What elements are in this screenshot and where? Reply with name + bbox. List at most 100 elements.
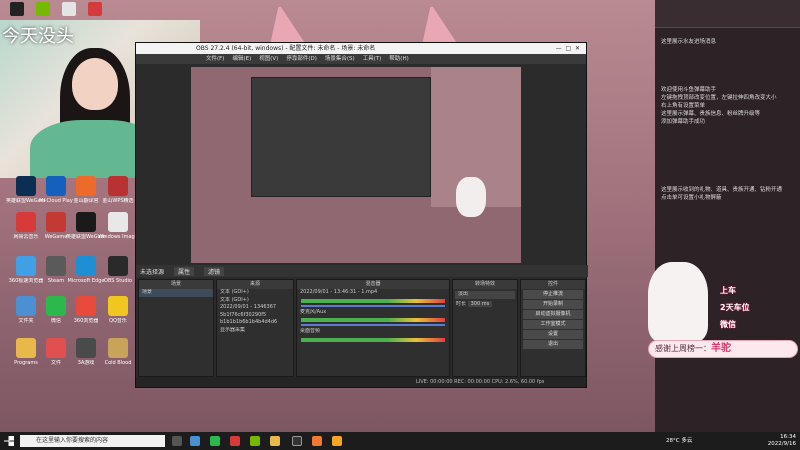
- webcam-title: 今天没头: [2, 26, 74, 47]
- nested-avatar: [456, 177, 486, 217]
- desktop-icon-image: [46, 338, 66, 358]
- app-icon[interactable]: [312, 436, 322, 446]
- source-item[interactable]: b1b1b1b6b1b4b4d4d6: [217, 319, 293, 327]
- obs-preview[interactable]: [191, 67, 521, 263]
- taskbar-search[interactable]: 在这里输入你要搜索的内容: [20, 435, 165, 447]
- scene-item[interactable]: 场景: [139, 289, 213, 297]
- desktop-icon-image: [16, 338, 36, 358]
- top-icon-row: [10, 2, 110, 20]
- desktop-icon[interactable]: 金山WPS精选: [98, 176, 138, 216]
- desktop-icon-image: [108, 338, 128, 358]
- controls-header: 控件: [521, 280, 585, 289]
- chat-line: 右上角有设置菜单: [661, 103, 706, 109]
- task-view-icon[interactable]: [172, 436, 182, 446]
- obs-title-bar[interactable]: OBS 27.2.4 (64-bit, windows) - 配置文件: 未命名…: [136, 43, 586, 54]
- filters-button[interactable]: 滤镜: [204, 266, 225, 276]
- virtual-camera-button[interactable]: 启动虚拟摄像机: [523, 310, 583, 319]
- desktop-icon-label: OBS Studio: [104, 278, 132, 284]
- scenes-header: 场景: [139, 280, 213, 289]
- app-icon[interactable]: [88, 2, 102, 16]
- obs-status-bar: LIVE: 00:00:00 REC: 00:00:00 CPU: 2.6%, …: [136, 377, 586, 387]
- chat-header: [655, 0, 800, 28]
- start-icon[interactable]: [4, 436, 14, 446]
- obs-toolbar: 未选择源 属性 滤镜: [136, 265, 588, 277]
- desktop-icon[interactable]: OBS Studio: [98, 256, 138, 296]
- transitions-panel: 转场特效 淡出 时长 300 ms: [452, 279, 518, 377]
- mixer-header: 混音器: [297, 280, 449, 289]
- gift-label: 上车: [720, 286, 736, 295]
- desktop-icon-label: Cold Blood: [104, 360, 132, 366]
- stop-streaming-button[interactable]: 停止推流: [523, 290, 583, 299]
- menu-scene-collection[interactable]: 场景集合(S): [325, 54, 355, 64]
- app-icon[interactable]: [10, 2, 24, 16]
- gift-label: 2天车位: [720, 303, 750, 312]
- no-source-label: 未选择源: [140, 268, 165, 276]
- desktop-icon-image: [76, 338, 96, 358]
- exit-button[interactable]: 退出: [523, 340, 583, 349]
- desktop-icon-image: [46, 296, 66, 316]
- menu-tools[interactable]: 工具(T): [363, 54, 382, 64]
- desktop-icon-label: 金山WPS精选: [102, 198, 134, 204]
- chat-line: 左键拖拽顶部改变位置，左键拉伸四角改变大小: [661, 95, 777, 101]
- source-item[interactable]: 2022/09/01 - 1346367: [217, 304, 293, 312]
- volume-meter: [301, 298, 445, 303]
- menu-help[interactable]: 帮助(H): [389, 54, 408, 64]
- desktop-icon-image: [46, 176, 66, 196]
- desktop-icon[interactable]: Windows Image: [98, 212, 138, 252]
- transition-select[interactable]: 淡出: [455, 291, 515, 299]
- desktop-icon-image: [108, 212, 128, 232]
- menu-docks[interactable]: 停靠部件(D): [286, 54, 317, 64]
- obs-title: OBS 27.2.4 (64-bit, windows) - 配置文件: 未命名…: [196, 45, 376, 52]
- desktop-icon[interactable]: Cold Blood: [98, 338, 138, 378]
- studio-mode-button[interactable]: 工作室模式: [523, 320, 583, 329]
- start-recording-button[interactable]: 开始录制: [523, 300, 583, 309]
- douyu-icon[interactable]: [332, 436, 342, 446]
- desktop-icon-image: [16, 212, 36, 232]
- source-item[interactable]: 显示器采集: [217, 327, 293, 335]
- volume-meter: [301, 318, 445, 322]
- danmaku-assistant-panel[interactable]: 这里展示水友进场消息 欢迎使用斗鱼弹幕助手 左键拖拽顶部改变位置，左键拉伸四角改…: [655, 0, 800, 432]
- desktop-icon-image: [108, 296, 128, 316]
- app-icon[interactable]: [270, 436, 280, 446]
- desktop-icon-label: QQ音乐: [109, 318, 127, 324]
- nested-obs-preview: [251, 77, 431, 197]
- desktop-icon[interactable]: QQ音乐: [98, 296, 138, 336]
- wechat-icon[interactable]: [210, 436, 220, 446]
- properties-button[interactable]: 属性: [174, 266, 195, 276]
- gift-label: 微信: [720, 320, 736, 329]
- file-explorer-icon[interactable]: [190, 436, 200, 446]
- nvidia-icon[interactable]: [36, 2, 50, 16]
- source-item[interactable]: 5b1f76c6f30290f5: [217, 312, 293, 320]
- volume-slider[interactable]: [301, 324, 445, 326]
- netease-icon[interactable]: [230, 436, 240, 446]
- desktop-icon-image: [108, 176, 128, 196]
- person-face: [72, 58, 118, 110]
- obs-window[interactable]: OBS 27.2.4 (64-bit, windows) - 配置文件: 未命名…: [135, 42, 588, 388]
- clock[interactable]: 16:34 2022/9/16: [768, 434, 796, 448]
- menu-file[interactable]: 文件(F): [206, 54, 224, 64]
- obs-taskbar-icon[interactable]: [292, 436, 302, 446]
- source-item[interactable]: 文本 (GDI+): [217, 289, 293, 297]
- transitions-header: 转场特效: [453, 280, 517, 289]
- chat-line: 这里展示水友进场消息: [661, 39, 717, 45]
- menu-view[interactable]: 视图(V): [259, 54, 278, 64]
- menu-edit[interactable]: 编辑(E): [232, 54, 251, 64]
- volume-slider[interactable]: [301, 304, 445, 307]
- obs-menu-bar: 文件(F) 编辑(E) 视图(V) 停靠部件(D) 场景集合(S) 工具(T) …: [136, 54, 586, 64]
- app-icon[interactable]: [250, 436, 260, 446]
- mixer-channel-label: 桌面音频: [300, 328, 321, 334]
- duration-input[interactable]: 300 ms: [467, 300, 493, 307]
- controls-panel: 控件 停止推流 开始录制 启动虚拟摄像机 工作室模式 设置 退出: [520, 279, 586, 377]
- desktop-icon-image: [16, 176, 36, 196]
- app-icon[interactable]: [62, 2, 76, 16]
- window-controls[interactable]: — □ ✕: [556, 43, 580, 54]
- weather[interactable]: 28°C 多云: [666, 436, 692, 444]
- desktop-icon-label: Windows Image: [98, 234, 138, 240]
- source-item[interactable]: 文本 (GDI+): [217, 297, 293, 305]
- sources-header: 来源: [217, 280, 293, 289]
- desktop-icon-image: [108, 256, 128, 276]
- desktop-icon-image: [76, 296, 96, 316]
- settings-button[interactable]: 设置: [523, 330, 583, 339]
- clock-date: 2022/9/16: [767, 441, 796, 447]
- weekly-top-banner: 感谢上周榜一：羊驼: [648, 340, 798, 358]
